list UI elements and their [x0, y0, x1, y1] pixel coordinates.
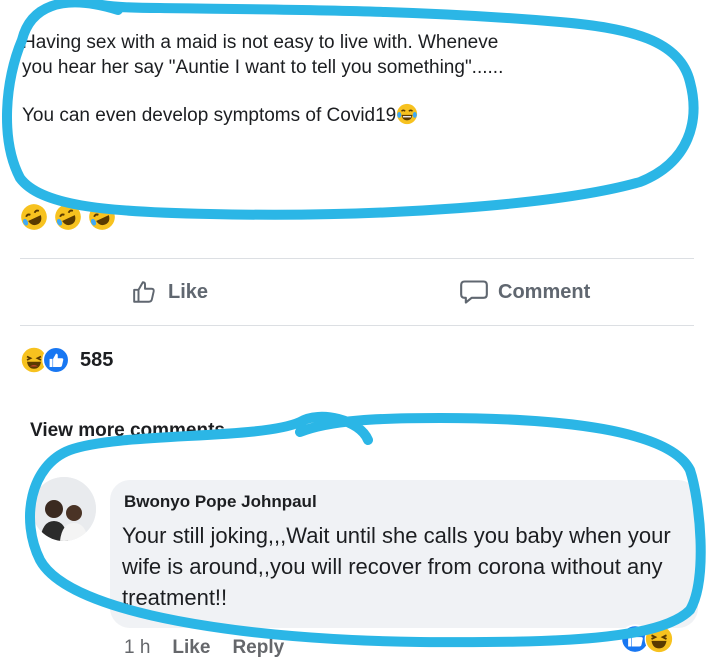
comment-like-button[interactable]: Like [172, 637, 210, 659]
comment-label: Comment [498, 280, 591, 303]
rolling-laughing-emoji-icon [55, 204, 81, 230]
reaction-count: 585 [80, 348, 114, 371]
avatar[interactable] [32, 477, 96, 541]
reaction-summary[interactable]: 585 [20, 345, 113, 375]
divider-bottom [20, 325, 694, 326]
comment-meta: 1 h Like Reply [124, 637, 284, 659]
rolling-laughing-emoji-icon [89, 204, 115, 230]
post-line-2: You can even develop symptoms of Covid19 [22, 103, 702, 128]
like-button[interactable]: Like [132, 277, 208, 307]
comment-bubble[interactable]: Bwonyo Pope Johnpaul Your still joking,,… [110, 480, 698, 628]
comment-text: Your still joking,,,Wait until she calls… [122, 523, 671, 610]
laughing-tears-emoji-icon [397, 103, 418, 125]
comment-reply-button[interactable]: Reply [232, 637, 284, 659]
post-line-1b: you hear her say "Auntie I want to tell … [22, 57, 504, 78]
comment-button[interactable]: Comment [460, 277, 590, 307]
rolling-laughing-emoji-icon [21, 204, 47, 230]
comment-bubble-icon [460, 280, 488, 304]
view-more-comments-link[interactable]: View more comments... [30, 420, 241, 442]
post-text: Having sex with a maid is not easy to li… [22, 30, 702, 128]
like-label: Like [168, 280, 209, 303]
avatar-photo [32, 477, 96, 541]
divider-top [20, 258, 694, 259]
post-line-1: Having sex with a maid is not easy to li… [22, 32, 499, 53]
laughing-emoji-icon [644, 624, 674, 654]
comment-time[interactable]: 1 h [124, 637, 150, 659]
like-thumb-icon [42, 346, 70, 374]
like-thumb-outline-icon [133, 281, 155, 303]
comment-author[interactable]: Bwonyo Pope Johnpaul [124, 492, 317, 512]
